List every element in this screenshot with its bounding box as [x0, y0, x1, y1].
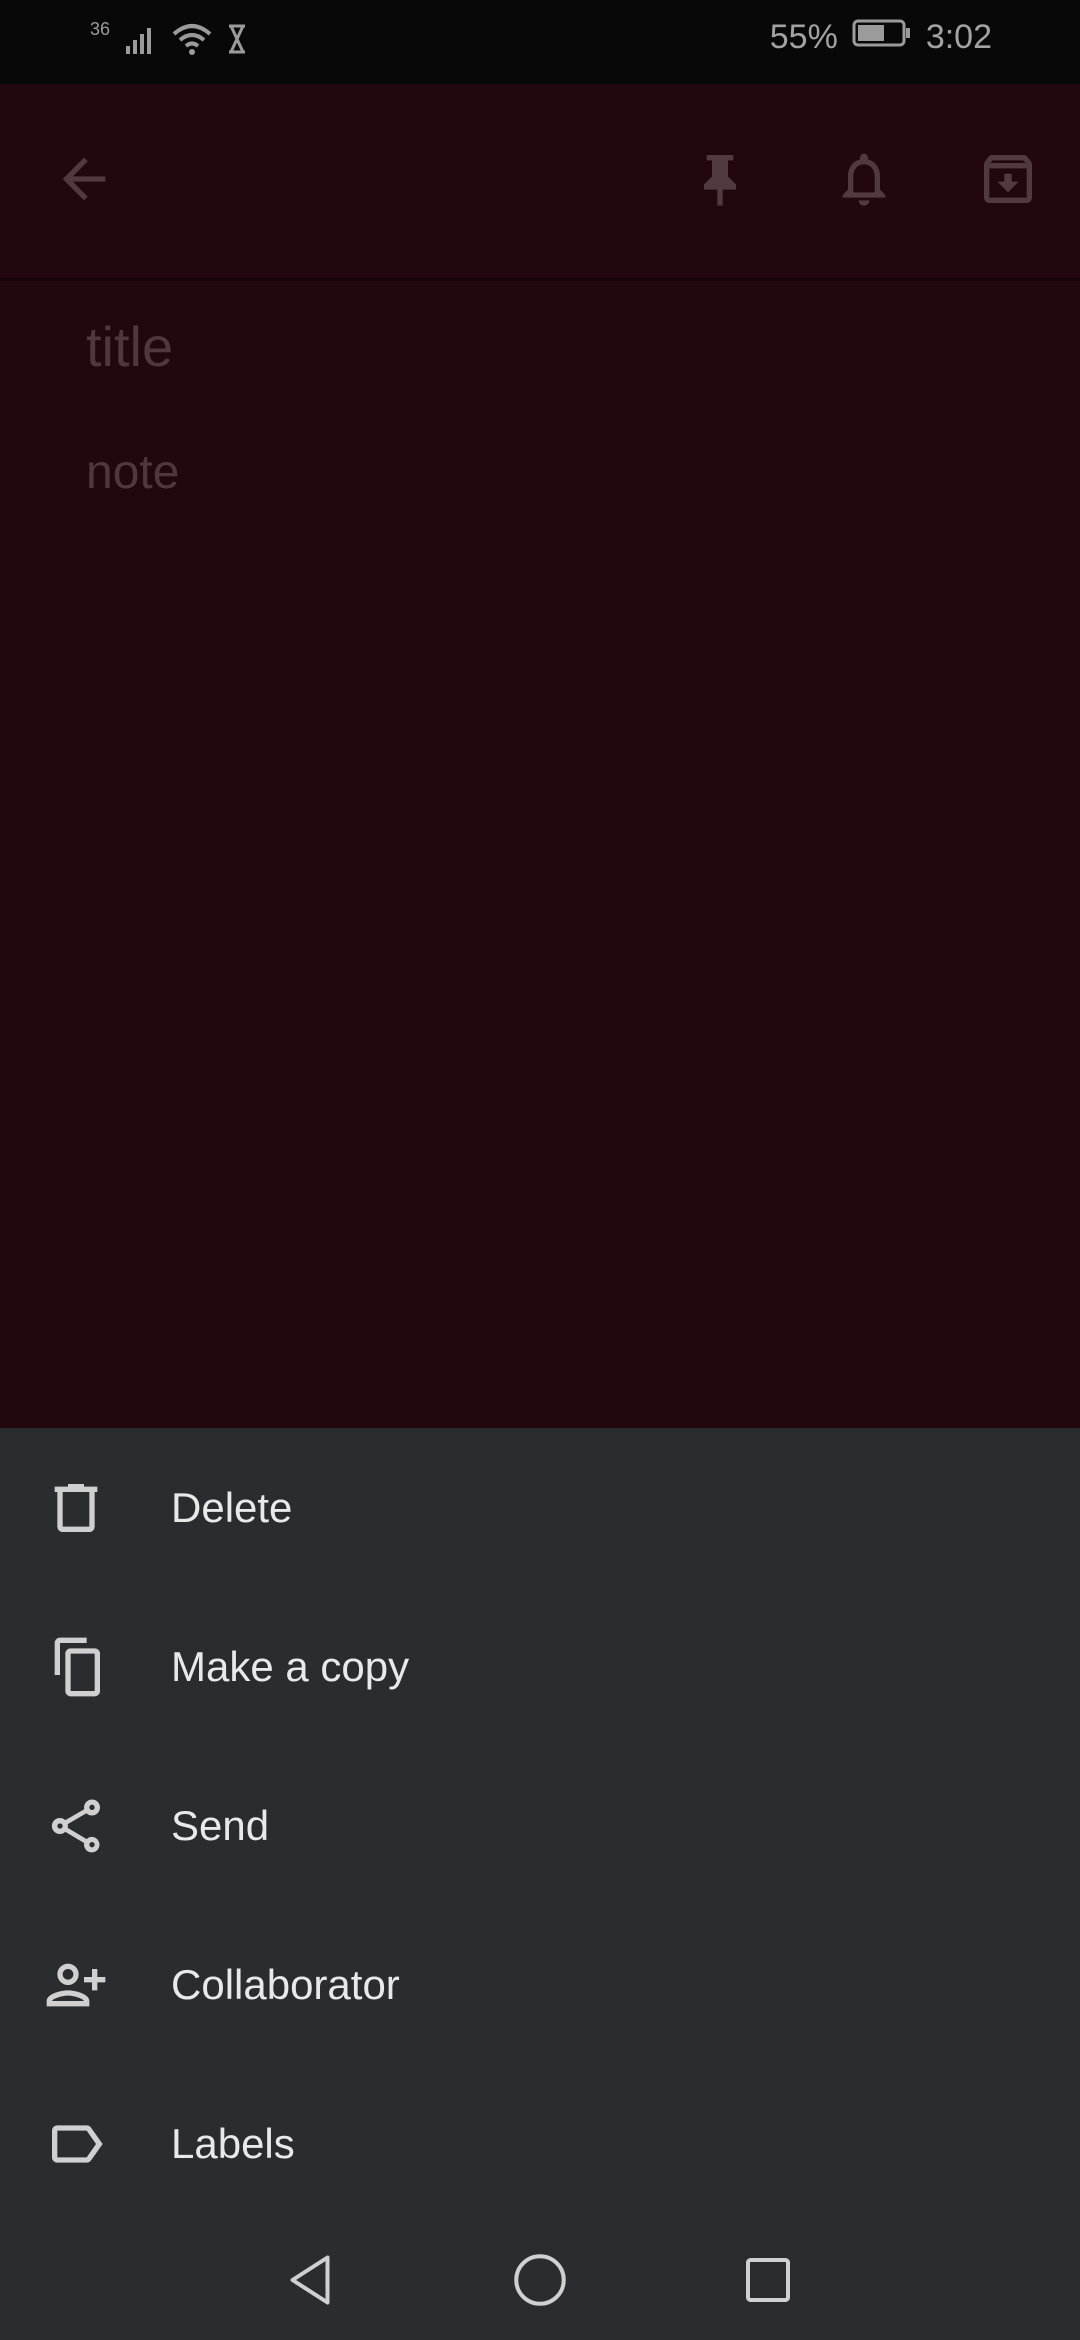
- label-icon: [40, 2108, 112, 2180]
- menu-item-delete[interactable]: Delete: [0, 1428, 1080, 1587]
- nav-recents-button[interactable]: [720, 2234, 816, 2330]
- trash-icon: [40, 1472, 112, 1544]
- menu-item-label: Collaborator: [171, 1960, 400, 2008]
- menu-item-collaborator[interactable]: Collaborator: [0, 1905, 1080, 2064]
- add-person-icon: [40, 1949, 112, 2021]
- share-icon: [40, 1790, 112, 1862]
- circle-home-icon: [510, 2250, 570, 2315]
- menu-item-make-copy[interactable]: Make a copy: [0, 1587, 1080, 1746]
- nav-back-button[interactable]: [262, 2234, 358, 2330]
- menu-item-label: Send: [171, 1801, 270, 1849]
- triangle-back-icon: [280, 2250, 340, 2315]
- menu-item-label: Labels: [171, 2119, 295, 2167]
- menu-item-label: Delete: [171, 1483, 293, 1531]
- scrim-overlay[interactable]: [0, 0, 1080, 1428]
- more-options-sheet: Delete Make a copy Send Collaborator Lab…: [0, 1428, 1080, 2340]
- menu-item-label: Make a copy: [171, 1642, 410, 1690]
- square-recents-icon: [738, 2250, 798, 2315]
- menu-item-labels[interactable]: Labels: [0, 2064, 1080, 2223]
- system-nav-bar: [0, 2222, 1080, 2340]
- menu-item-send[interactable]: Send: [0, 1746, 1080, 1905]
- nav-home-button[interactable]: [492, 2234, 588, 2330]
- copy-icon: [40, 1631, 112, 1703]
